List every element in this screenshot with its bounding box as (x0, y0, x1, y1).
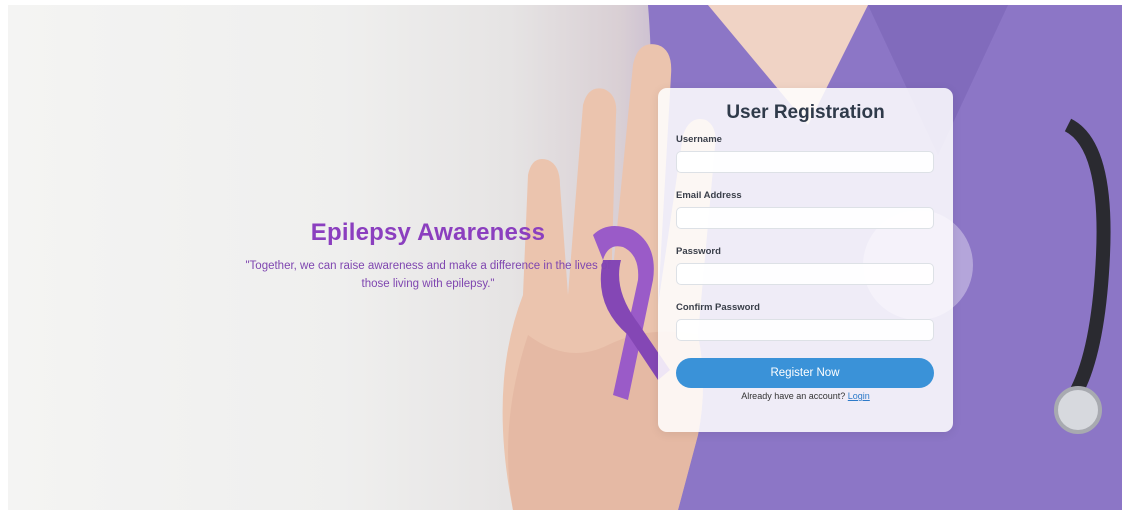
registration-card: User Registration Username Email Address… (658, 88, 953, 432)
login-prompt-line: Already have an account? Login (676, 391, 935, 401)
password-input[interactable] (676, 263, 934, 285)
username-input[interactable] (676, 151, 934, 173)
confirm-password-input[interactable] (676, 319, 934, 341)
email-input[interactable] (676, 207, 934, 229)
login-prompt-text: Already have an account? (741, 391, 846, 401)
hero-text-block: Epilepsy Awareness "Together, we can rai… (198, 219, 658, 293)
register-button[interactable]: Register Now (676, 358, 934, 388)
hero-quote-line-2: those living with epilepsy." (361, 278, 495, 290)
background-photo: Epilepsy Awareness "Together, we can rai… (8, 5, 1122, 510)
password-label: Password (676, 246, 721, 257)
form-title: User Registration (726, 102, 885, 123)
username-label: Username (676, 134, 722, 145)
hero-title: Epilepsy Awareness (310, 219, 546, 246)
login-link[interactable]: Login (848, 391, 870, 401)
hero-quote: "Together, we can raise awareness and ma… (198, 257, 658, 293)
hero-quote-line-1: "Together, we can raise awareness and ma… (245, 260, 611, 272)
confirm-password-label: Confirm Password (676, 302, 760, 313)
registration-page: Epilepsy Awareness "Together, we can rai… (0, 0, 1126, 513)
email-label: Email Address (676, 190, 742, 201)
